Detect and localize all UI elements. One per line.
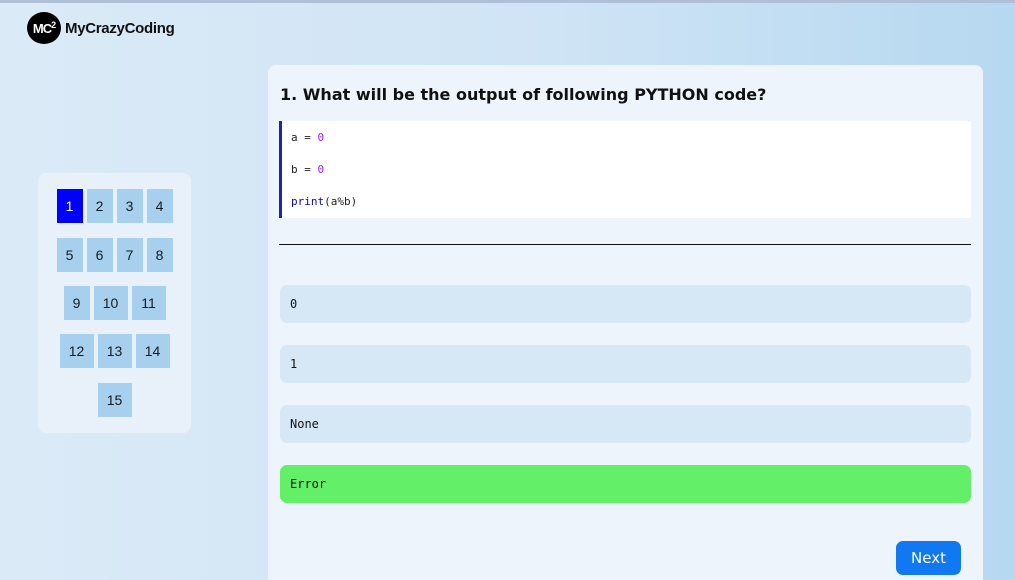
- code-keyword: print: [291, 195, 325, 208]
- code-line: print(a%b): [291, 195, 357, 208]
- question-title: 1. What will be the output of following …: [280, 85, 767, 104]
- code-line: a = 0: [291, 131, 324, 144]
- code-snippet: a = 0 b = 0 print(a%b): [279, 121, 971, 218]
- divider: [279, 244, 971, 245]
- navigator-row: 15: [38, 383, 191, 417]
- code-text: a =: [291, 131, 318, 144]
- question-button-4[interactable]: 4: [146, 189, 173, 223]
- question-button-12[interactable]: 12: [59, 334, 94, 368]
- question-navigator: 1 2 3 4 5 6 7 8 9 10 11 12 13 14 15: [38, 173, 191, 433]
- top-border: [0, 0, 1015, 3]
- code-text: b =: [291, 163, 318, 176]
- code-number: 0: [317, 131, 325, 144]
- question-button-3[interactable]: 3: [116, 189, 143, 223]
- answer-option-b[interactable]: 1: [280, 345, 971, 383]
- question-button-13[interactable]: 13: [97, 334, 132, 368]
- question-card: 1. What will be the output of following …: [268, 65, 983, 580]
- logo-badge-text: MC: [32, 20, 52, 36]
- next-button[interactable]: Next: [896, 541, 961, 575]
- question-button-8[interactable]: 8: [146, 238, 173, 272]
- answer-option-a[interactable]: 0: [280, 285, 971, 323]
- code-number: 0: [317, 163, 325, 176]
- brand-name: MyCrazyCoding: [65, 19, 175, 37]
- navigator-row: 12 13 14: [38, 334, 191, 368]
- question-button-7[interactable]: 7: [116, 238, 143, 272]
- question-button-6[interactable]: 6: [86, 238, 113, 272]
- code-text: (a%b): [324, 195, 358, 208]
- question-button-10[interactable]: 10: [93, 286, 128, 320]
- code-line: b = 0: [291, 163, 324, 176]
- question-button-5[interactable]: 5: [56, 238, 83, 272]
- navigator-row: 9 10 11: [38, 286, 191, 320]
- question-button-15[interactable]: 15: [97, 383, 132, 417]
- question-button-1[interactable]: 1: [56, 189, 83, 223]
- question-button-11[interactable]: 11: [131, 286, 166, 320]
- answer-option-d-correct[interactable]: Error: [280, 465, 971, 503]
- question-button-2[interactable]: 2: [86, 189, 113, 223]
- navigator-row: 1 2 3 4: [38, 189, 191, 223]
- brand-logo[interactable]: MC 2 MyCrazyCoding: [27, 12, 175, 44]
- question-button-9[interactable]: 9: [63, 286, 90, 320]
- logo-badge: MC 2: [27, 12, 61, 44]
- answer-option-c[interactable]: None: [280, 405, 971, 443]
- question-button-14[interactable]: 14: [135, 334, 170, 368]
- logo-badge-sup: 2: [51, 20, 56, 30]
- navigator-row: 5 6 7 8: [38, 238, 191, 272]
